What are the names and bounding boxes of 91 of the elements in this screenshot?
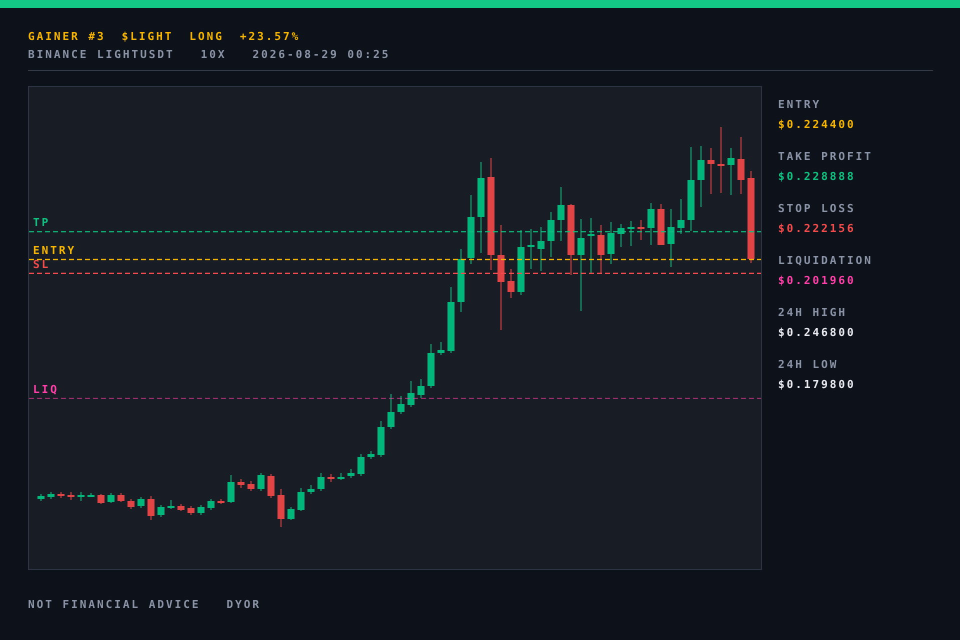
candle [108,492,114,504]
candle [258,472,264,492]
candle [88,492,94,498]
stat-value: $0.228888 [778,170,857,183]
candle [368,450,374,460]
candle [268,474,274,498]
stat-value: $0.246800 [778,326,857,339]
stat-value: $0.224400 [778,118,857,131]
header-subtitle: 10X [200,48,226,61]
candle [618,224,624,248]
header-title: LONG [189,30,224,43]
candle [538,226,544,272]
candle [658,204,664,246]
candle [628,220,634,246]
candle [198,504,204,516]
stat-label: 24H HIGH [778,306,848,319]
candle [728,148,734,196]
disclaimer-text: NOT FINANCIAL ADVICE [28,598,200,611]
disclaimer-text: DYOR [226,598,261,611]
candle [518,230,524,296]
candle [408,380,414,408]
candle [208,498,214,510]
price-line-label: TP [33,217,50,230]
stat-value: $0.179800 [778,378,857,391]
stat-label: LIQUIDATION [778,254,873,267]
stat-label: 24H LOW [778,358,840,371]
candle [178,504,184,512]
candle [338,472,344,480]
candle [468,194,474,264]
candle [588,218,594,274]
candle [308,484,314,494]
candle [598,224,604,274]
candle [418,378,424,398]
candle [38,494,44,502]
price-line-label: LIQ [33,384,59,396]
candle [238,478,244,488]
candle [558,186,564,242]
candle [328,474,334,482]
header-subtitle: BINANCE LIGHTUSDT [28,48,175,61]
candle [678,198,684,234]
candle [718,126,724,194]
candle [118,492,124,502]
candle [188,506,194,516]
candle [248,480,254,492]
price-line-label: ENTRY [33,245,76,257]
candle [288,506,294,520]
candle [138,496,144,508]
candle [398,396,404,414]
header-title: +23.57% [240,30,300,43]
stat-label: TAKE PROFIT [778,150,873,163]
candle [698,146,704,208]
price-line-label: SL [33,258,50,271]
candle [128,498,134,510]
header-title: $LIGHT [122,30,174,43]
candle [68,492,74,500]
candle [508,268,514,298]
candle [448,286,454,354]
candle [278,488,284,528]
candle [638,220,644,240]
candle [458,248,464,312]
candle [528,228,534,270]
candle [548,212,554,258]
stat-value: $0.201960 [778,274,857,287]
stat-value: $0.222156 [778,222,857,235]
candle [358,454,364,476]
candle [218,498,224,504]
candle [168,500,174,510]
candle [228,474,234,504]
candle [78,492,84,502]
candle [318,472,324,492]
candle [378,420,384,458]
stat-label: ENTRY [778,98,822,111]
candle [58,492,64,498]
candle [568,204,574,276]
candle [428,344,434,388]
candle [388,394,394,430]
candle [708,148,714,194]
candle [438,342,444,356]
stat-label: STOP LOSS [778,202,857,215]
candle [648,202,654,246]
candle [348,468,354,478]
header-title: GAINER #3 [28,30,106,43]
candle [668,208,674,268]
candle [298,488,304,512]
candle [48,492,54,500]
candle [148,496,154,520]
candle [608,222,614,264]
header-subtitle: 2026-08-29 00:25 [252,48,390,61]
candle [98,494,104,504]
candle [158,504,164,518]
candle [738,136,744,194]
